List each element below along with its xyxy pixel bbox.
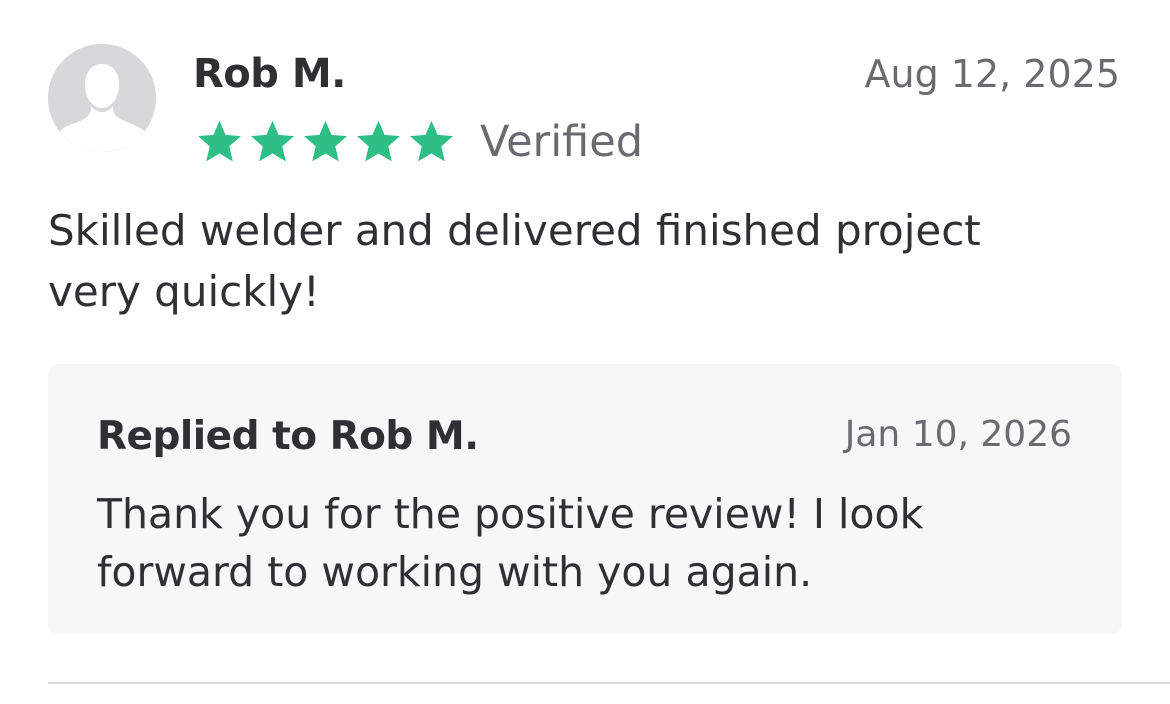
star-icon — [198, 120, 241, 162]
reviewer-name: Rob M. — [193, 51, 346, 97]
reply-date: Jan 10, 2026 — [844, 414, 1072, 455]
reply-title: Replied to Rob M. — [97, 414, 479, 459]
rating-row: Verified — [193, 114, 643, 170]
reply-text: Thank you for the positive review! I loo… — [97, 490, 924, 596]
review-date: Aug 12, 2025 — [864, 52, 1121, 96]
review-card: Rob M. Aug 12, 2025 Verified Skilled wel… — [0, 0, 1170, 704]
owner-reply: Replied to Rob M. Jan 10, 2026 Thank you… — [48, 364, 1122, 634]
review-text: Skilled welder and delivered finished pr… — [48, 206, 981, 316]
star-rating — [193, 117, 458, 167]
verified-badge: Verified — [480, 117, 643, 167]
divider — [48, 682, 1170, 684]
star-icon — [410, 120, 453, 162]
avatar — [48, 44, 156, 152]
default-user-avatar-icon — [48, 44, 156, 152]
star-icon — [304, 120, 347, 162]
star-icon — [357, 120, 400, 162]
star-icon — [251, 120, 294, 162]
